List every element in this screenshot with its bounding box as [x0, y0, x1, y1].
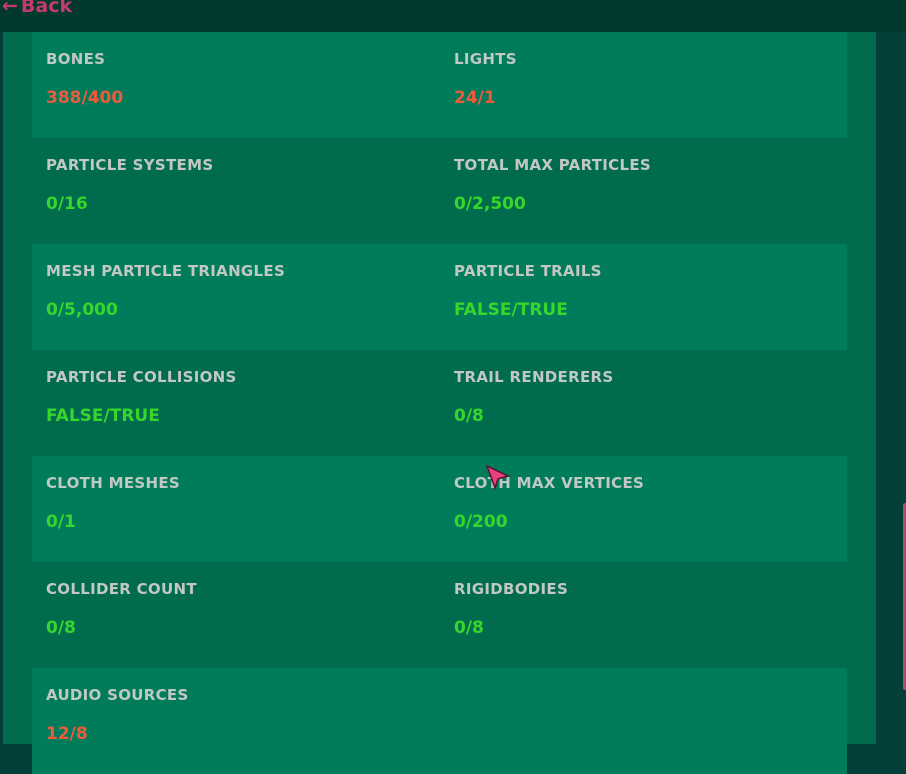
- stat-value: 0/1: [46, 512, 76, 532]
- stats-row: PARTICLE COLLISIONS FALSE/TRUE TRAIL RENDE…: [32, 350, 847, 456]
- stat-value: 0/5,000: [46, 300, 118, 320]
- stat-value: 24/1: [454, 88, 496, 108]
- stat-label: LIGHTS: [454, 50, 517, 68]
- stat-label: PARTICLE COLLISIONS: [46, 368, 237, 386]
- stat-label: PARTICLE TRAILS: [454, 262, 602, 280]
- stat-label: TRAIL RENDERERS: [454, 368, 614, 386]
- stats-row: CLOTH MESHES 0/1 CLOTH MAX VERTICES 0/200: [32, 456, 847, 562]
- back-button[interactable]: ← Back: [2, 0, 72, 17]
- stat-value: 0/8: [454, 406, 484, 426]
- stats-row: AUDIO SOURCES 12/8: [32, 668, 847, 774]
- pointer-cursor-icon: [485, 464, 511, 491]
- arrow-left-icon: ←: [2, 0, 18, 17]
- stat-label: RIGIDBODIES: [454, 580, 569, 598]
- back-label: Back: [20, 0, 73, 17]
- stat-label: TOTAL MAX PARTICLES: [454, 156, 651, 174]
- stats-row: COLLIDER COUNT 0/8 RIGIDBODIES 0/8: [32, 562, 847, 668]
- stat-value: 12/8: [46, 724, 88, 744]
- stat-label: CLOTH MAX VERTICES: [454, 474, 645, 492]
- stat-value: 0/16: [46, 194, 88, 214]
- stat-value: FALSE/TRUE: [454, 300, 568, 320]
- stats-row: MESH PARTICLE TRIANGLES 0/5,000 PARTICLE T…: [32, 244, 847, 350]
- stat-label: COLLIDER COUNT: [46, 580, 197, 598]
- stat-value: 388/400: [46, 88, 124, 108]
- stats-row: PARTICLE SYSTEMS 0/16 TOTAL MAX PARTICLES 0…: [32, 138, 847, 244]
- stats-panel: BONES 388/400 LIGHTS 24/1 PARTICLE SYSTEMS 0/…: [3, 32, 876, 774]
- stat-value: 0/2,500: [454, 194, 526, 214]
- stat-label: CLOTH MESHES: [46, 474, 180, 492]
- stat-label: AUDIO SOURCES: [46, 686, 189, 704]
- stat-label: PARTICLE SYSTEMS: [46, 156, 214, 174]
- stats-row: BONES 388/400 LIGHTS 24/1: [32, 32, 847, 138]
- stat-value: 0/200: [454, 512, 508, 532]
- stat-value: 0/8: [454, 618, 484, 638]
- stat-value: 0/8: [46, 618, 76, 638]
- stat-label: BONES: [46, 50, 106, 68]
- stat-label: MESH PARTICLE TRIANGLES: [46, 262, 286, 280]
- stat-value: FALSE/TRUE: [46, 406, 160, 426]
- top-bar: [0, 0, 906, 32]
